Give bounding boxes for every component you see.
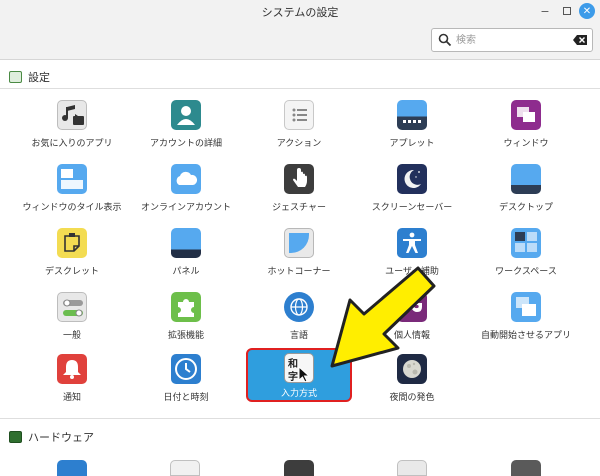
toggle-switches-icon (57, 292, 87, 322)
item-label: 入力方式 (280, 389, 317, 399)
settings-section-icon (9, 71, 22, 83)
item-label: ワークスペース (495, 267, 557, 277)
sticky-note-icon (57, 228, 87, 258)
bell-icon (57, 354, 87, 384)
item-label: アプレット (389, 139, 435, 149)
item-label: 自動開始させるアプリ (480, 331, 571, 341)
close-icon: ✕ (582, 5, 592, 17)
section-header-hardware: ハードウェア (9, 429, 94, 445)
mouse-cursor-icon (298, 366, 311, 382)
search-input[interactable] (456, 32, 566, 48)
maximize-icon (563, 7, 571, 15)
section-divider (0, 88, 600, 89)
hardware-item-icon[interactable] (170, 460, 200, 476)
item-extensions[interactable]: 拡張機能 (133, 290, 239, 344)
item-applets[interactable]: アプレット (359, 98, 465, 152)
music-film-icon (57, 100, 87, 130)
panel-icon (171, 228, 201, 258)
maximize-button[interactable] (558, 2, 576, 20)
close-button[interactable]: ✕ (579, 3, 595, 19)
hand-pointer-icon (284, 164, 314, 194)
workspaces-icon (511, 228, 541, 258)
item-notifications[interactable]: 通知 (19, 352, 125, 406)
item-label: デスクトップ (498, 203, 553, 213)
item-window-tiling[interactable]: ウィンドウのタイル表示 (19, 162, 125, 216)
search-box[interactable] (431, 28, 593, 52)
item-label: ウィンドウ (503, 139, 549, 149)
item-label: デスクレット (44, 267, 99, 277)
toolbar (0, 22, 600, 60)
list-icon (284, 100, 314, 130)
item-screensaver[interactable]: スクリーンセーバー (359, 162, 465, 216)
section-header-settings: 設定 (9, 69, 50, 85)
section-title-hardware: ハードウェア (28, 431, 94, 444)
cloud-icon (171, 164, 201, 194)
hardware-section-icon (9, 431, 22, 443)
item-label: 日付と時刻 (163, 393, 209, 403)
item-label: 通知 (62, 393, 81, 403)
item-actions[interactable]: アクション (246, 98, 352, 152)
user-icon (171, 100, 201, 130)
accessibility-icon (397, 228, 427, 258)
item-label: スクリーンセーバー (371, 203, 453, 213)
item-desktop[interactable]: デスクトップ (473, 162, 579, 216)
hardware-item-icon[interactable] (511, 460, 541, 476)
item-general[interactable]: 一般 (19, 290, 125, 344)
hardware-item-icon[interactable] (57, 460, 87, 476)
input-method-char-bottom: 字 (288, 372, 298, 383)
annotation-arrow-icon (330, 266, 436, 368)
title-bar: システムの設定 − ✕ (0, 0, 600, 22)
item-date-time[interactable]: 日付と時刻 (133, 352, 239, 406)
item-gestures[interactable]: ジェスチャー (246, 162, 352, 216)
item-label: 言語 (289, 331, 308, 341)
item-label: 拡張機能 (167, 331, 204, 341)
moon-icon (397, 164, 427, 194)
hardware-item-icon[interactable] (284, 460, 314, 476)
minimize-button[interactable]: − (536, 2, 554, 20)
item-label: ウィンドウのタイル表示 (22, 203, 122, 213)
item-label: ジェスチャー (272, 203, 326, 213)
minimize-icon: − (540, 4, 550, 18)
item-favorite-apps[interactable]: お気に入りのアプリ (19, 98, 125, 152)
item-label: アカウントの詳細 (149, 139, 222, 149)
input-method-icon: 和 字 (284, 353, 314, 383)
startup-apps-icon (511, 292, 541, 322)
item-label: お気に入りのアプリ (31, 139, 113, 149)
item-label: オンラインアカウント (140, 203, 231, 213)
clock-icon (171, 354, 201, 384)
section-title-settings: 設定 (28, 71, 50, 84)
item-label: 夜間の発色 (389, 393, 435, 403)
section-divider (0, 418, 600, 419)
item-account-details[interactable]: アカウントの詳細 (133, 98, 239, 152)
item-startup-apps[interactable]: 自動開始させるアプリ (473, 290, 579, 344)
item-windows[interactable]: ウィンドウ (473, 98, 579, 152)
globe-icon (284, 292, 314, 322)
item-panel[interactable]: パネル (133, 226, 239, 280)
window-tiling-icon (57, 164, 87, 194)
clear-search-icon[interactable] (573, 35, 587, 45)
window-title: システムの設定 (261, 6, 339, 19)
item-label: アクション (276, 139, 322, 149)
item-workspaces[interactable]: ワークスペース (473, 226, 579, 280)
item-label: パネル (172, 267, 200, 277)
applet-panel-icon (397, 100, 427, 130)
hardware-item-icon[interactable] (397, 460, 427, 476)
puzzle-icon (171, 292, 201, 322)
windows-icon (511, 100, 541, 130)
item-desklets[interactable]: デスクレット (19, 226, 125, 280)
search-icon (438, 33, 452, 47)
desktop-icon (511, 164, 541, 194)
item-label: 一般 (62, 331, 81, 341)
item-online-accounts[interactable]: オンラインアカウント (133, 162, 239, 216)
hot-corner-icon (284, 228, 314, 258)
